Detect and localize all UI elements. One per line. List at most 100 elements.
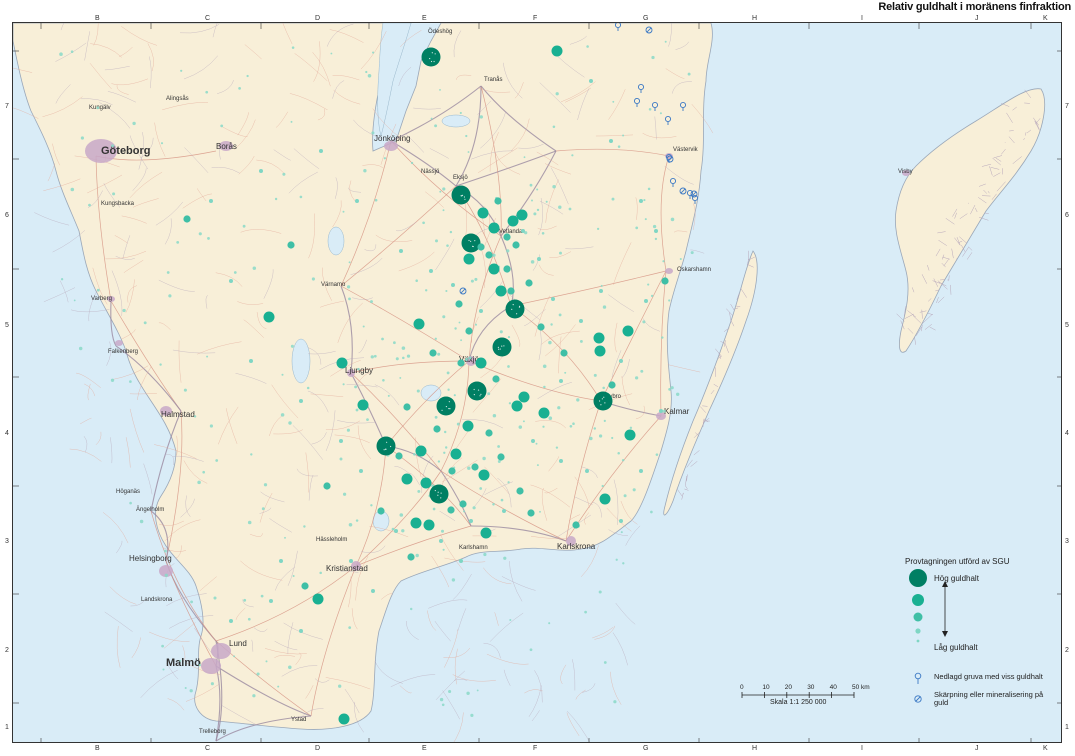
sample-point [440, 529, 445, 533]
sample-point [557, 406, 561, 410]
sample-point [213, 596, 217, 600]
sample-point [238, 87, 241, 90]
sample-point [417, 489, 421, 493]
sample-point [639, 469, 643, 473]
sample-point [462, 420, 474, 432]
sample-point [661, 277, 669, 285]
sample-point [406, 354, 411, 358]
sample-point [436, 396, 456, 416]
sample-point [263, 311, 275, 323]
sample-point [129, 380, 132, 383]
sample-point [670, 386, 674, 390]
sample-point [263, 483, 268, 487]
sample-point [448, 689, 452, 694]
sample-point [439, 697, 444, 702]
sample-point [654, 237, 658, 241]
sample-point [434, 124, 438, 128]
sample-point [198, 663, 201, 667]
sample-point [480, 527, 492, 539]
sample-point [599, 289, 603, 293]
scale-tick-label: 50 km [852, 684, 870, 691]
sample-point [548, 416, 553, 420]
sample-point [564, 371, 567, 374]
sample-point [442, 315, 446, 319]
sample-point [372, 51, 375, 54]
city-label: Kristianstad [326, 564, 368, 573]
sample-point [536, 188, 539, 191]
sample-point [260, 594, 264, 598]
grid-row-label: 6 [5, 212, 9, 219]
sample-point [497, 453, 505, 461]
sample-point [596, 227, 600, 231]
sample-point [252, 694, 256, 698]
sample-point [370, 300, 373, 304]
sample-point [292, 574, 295, 578]
grid-column-label: K [1043, 15, 1048, 22]
sample-point [122, 308, 126, 313]
sample-point [516, 487, 524, 495]
sample-point [409, 607, 413, 611]
sample-point [363, 169, 367, 173]
sample-point [589, 436, 593, 441]
sample-point [644, 299, 648, 303]
sample-point [395, 452, 403, 460]
sample-point [492, 413, 497, 418]
sample-point [401, 346, 406, 350]
sample-point [233, 271, 237, 274]
sample-point [342, 210, 345, 213]
city-label: Jönköping [374, 134, 410, 143]
sample-point [509, 618, 512, 622]
sample-point [650, 510, 653, 514]
sample-point [555, 446, 559, 449]
legend-low-label: Låg guldhalt [934, 643, 978, 652]
sample-point [499, 330, 503, 334]
sample-point [593, 427, 597, 430]
sample-point [179, 659, 182, 662]
sample-point [381, 337, 384, 341]
city-label: Malmö [166, 657, 201, 669]
sample-point [393, 341, 396, 345]
sample-point [220, 124, 224, 128]
sample-point [474, 277, 478, 281]
sample-point [290, 344, 294, 348]
city-label: Visby [898, 169, 913, 175]
sample-point [529, 183, 533, 187]
sample-point [654, 229, 658, 233]
sample-point [163, 549, 167, 553]
sample-point [394, 529, 398, 533]
sample-point [132, 121, 136, 126]
sample-point [246, 74, 249, 78]
sample-point [559, 251, 562, 255]
sample-point [413, 452, 416, 456]
sample-point [548, 340, 552, 345]
city-label: Eksjö [453, 175, 468, 181]
sample-point [159, 363, 162, 366]
sample-point [647, 283, 650, 286]
sample-point [542, 425, 545, 428]
sample-point [370, 355, 374, 359]
grid-row-label: 4 [5, 430, 9, 437]
sample-point [593, 373, 597, 377]
sample-point [355, 519, 359, 522]
legend-sample-mid [912, 594, 924, 606]
sample-point [359, 469, 363, 473]
city-label: Västervik [673, 147, 699, 153]
grid-row-label: 7 [5, 103, 9, 110]
sample-point [410, 161, 414, 165]
city-label: Trelleborg [199, 729, 226, 735]
sample-point [642, 320, 646, 324]
sample-point [290, 120, 293, 123]
sample-point [355, 408, 359, 412]
sample-point [281, 373, 284, 376]
sample-point [492, 503, 495, 506]
sample-point [647, 187, 651, 191]
sample-point [382, 379, 385, 382]
sample-point [479, 115, 483, 119]
city-label: Höganäs [116, 489, 140, 495]
sample-point [450, 448, 462, 460]
sample-point [190, 600, 194, 604]
sample-point [598, 434, 603, 438]
sample-point [402, 356, 405, 360]
sample-point [619, 519, 623, 523]
grid-column-label: H [752, 15, 758, 22]
